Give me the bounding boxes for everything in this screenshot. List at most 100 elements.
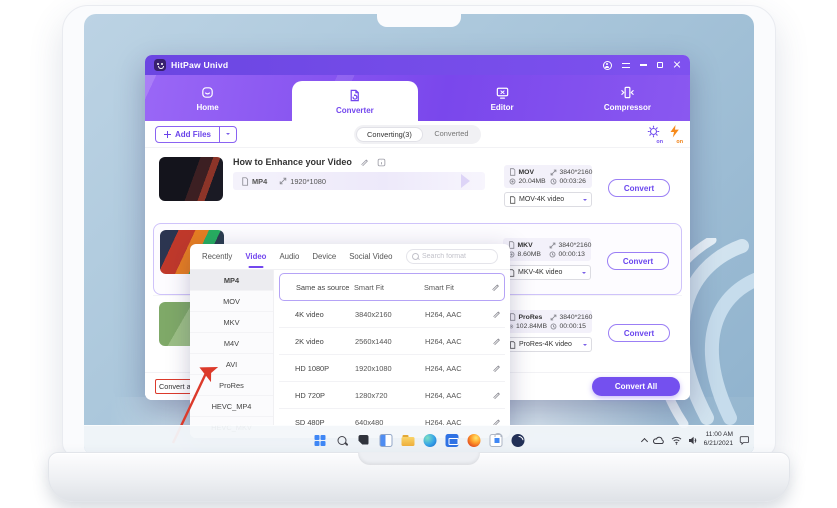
file-explorer-icon[interactable] — [402, 434, 415, 447]
maximize-button[interactable] — [657, 62, 664, 69]
tab-converter[interactable]: Converter — [292, 81, 417, 121]
file-icon — [509, 168, 516, 176]
volume-icon[interactable] — [688, 436, 698, 445]
format-panel-tabs: Recently Video Audio Device Social Video — [190, 244, 510, 270]
widgets-icon[interactable] — [380, 434, 393, 447]
tab-social-video[interactable]: Social Video — [349, 252, 392, 261]
add-files-button[interactable]: Add Files — [155, 126, 237, 143]
format-option-same-as-source[interactable]: Same as source Smart Fit Smart Fit — [279, 273, 505, 301]
windows-taskbar: 11:00 AM 6/21/2021 — [84, 425, 754, 454]
category-prores[interactable]: ProRes — [190, 375, 273, 396]
size-icon — [509, 178, 516, 185]
start-icon[interactable] — [314, 434, 327, 447]
queue-tabs: Converting(3) Converted — [354, 125, 482, 144]
notification-icon[interactable] — [739, 435, 749, 445]
file-icon — [509, 196, 516, 204]
search-icon[interactable] — [336, 434, 349, 447]
laptop-base — [48, 452, 790, 502]
app-title: HitPaw Univd — [171, 60, 228, 70]
convert-button[interactable]: Convert — [608, 324, 670, 342]
search-icon — [412, 253, 419, 260]
format-option-1080p[interactable]: HD 1080P 1920x1080 H264, AAC — [279, 355, 505, 382]
microsoft-store-icon[interactable] — [490, 434, 503, 447]
output-info: ProRes 3840*2160 102.84MB 00:00:15 — [504, 310, 592, 333]
firefox-icon[interactable] — [468, 434, 481, 447]
resolution-icon — [279, 177, 287, 185]
source-info: MP4 1920*1080 — [233, 172, 485, 190]
wifi-icon[interactable] — [671, 436, 682, 445]
chevron-down-icon — [226, 133, 230, 137]
convert-button[interactable]: Convert — [608, 179, 670, 197]
main-nav: Home Converter Edito — [145, 75, 690, 121]
tab-audio[interactable]: Audio — [279, 252, 299, 261]
chevron-down-icon — [583, 199, 587, 203]
edge-browser-icon[interactable] — [424, 434, 437, 447]
convert-all-button[interactable]: Convert All — [592, 377, 680, 396]
hardware-acceleration-toggle[interactable]: on — [647, 125, 660, 143]
format-panel: Recently Video Audio Device Social Video — [190, 244, 510, 438]
close-button[interactable] — [673, 61, 681, 69]
info-icon[interactable] — [377, 158, 386, 167]
edit-preset-icon[interactable] — [487, 310, 501, 319]
category-mp4[interactable]: MP4 — [190, 270, 273, 291]
account-icon[interactable] — [603, 61, 612, 70]
resolution-icon — [550, 169, 557, 176]
video-row-1[interactable]: How to Enhance your Video — [153, 151, 682, 223]
tab-converted[interactable]: Converted — [423, 127, 479, 142]
tab-editor[interactable]: Editor — [440, 75, 565, 121]
laptop-screen: HitPaw Univd Home — [84, 14, 754, 454]
chevron-down-icon — [582, 272, 586, 276]
edit-preset-icon[interactable] — [487, 364, 501, 373]
category-mov[interactable]: MOV — [190, 291, 273, 312]
tab-home[interactable]: Home — [145, 75, 270, 121]
format-search[interactable] — [406, 249, 498, 264]
menu-icon[interactable] — [622, 63, 630, 68]
duration-icon — [550, 323, 557, 330]
chevron-down-icon — [583, 344, 587, 348]
tab-compressor[interactable]: Compressor — [565, 75, 690, 121]
onedrive-cloud-icon[interactable] — [653, 436, 665, 445]
tray-date: 6/21/2021 — [704, 440, 733, 449]
add-files-dropdown[interactable] — [219, 127, 236, 142]
duration-icon — [549, 251, 556, 258]
clock[interactable]: 11:00 AM 6/21/2021 — [704, 431, 733, 448]
convert-button[interactable]: Convert — [607, 252, 669, 270]
category-m4v[interactable]: M4V — [190, 333, 273, 354]
format-option-4k[interactable]: 4K video 3840x2160 H264, AAC — [279, 301, 505, 328]
task-view-icon[interactable] — [358, 434, 371, 447]
browser-icon[interactable] — [512, 434, 525, 447]
format-category-list: MP4 MOV MKV M4V AVI ProRes HEVC_MP4 HEVC… — [190, 270, 274, 438]
tab-device[interactable]: Device — [312, 252, 336, 261]
output-format-select[interactable]: MKV-4K video — [503, 265, 591, 280]
tab-recently[interactable]: Recently — [202, 252, 232, 261]
editor-icon — [495, 85, 510, 100]
output-info: MKV 3840*2160 8.60MB 00:00:13 — [503, 238, 591, 261]
output-format-select[interactable]: ProRes-4K video — [504, 337, 592, 352]
lightning-icon — [669, 125, 680, 138]
tab-converting[interactable]: Converting(3) — [356, 127, 424, 142]
category-mkv[interactable]: MKV — [190, 312, 273, 333]
home-icon — [200, 85, 215, 100]
converter-icon — [347, 88, 362, 103]
search-input[interactable] — [422, 253, 492, 260]
tab-video[interactable]: Video — [245, 252, 266, 261]
edit-preset-icon[interactable] — [487, 391, 501, 400]
gpu-boost-toggle[interactable]: on — [669, 125, 680, 143]
edit-preset-icon[interactable] — [487, 337, 501, 346]
category-avi[interactable]: AVI — [190, 354, 273, 375]
format-option-2k[interactable]: 2K video 2560x1440 H264, AAC — [279, 328, 505, 355]
page: HitPaw Univd Home — [0, 0, 837, 508]
mail-icon[interactable] — [446, 434, 459, 447]
resolution-icon — [549, 242, 556, 249]
tray-expand-icon[interactable] — [641, 437, 647, 443]
output-format-select[interactable]: MOV-4K video — [504, 192, 592, 207]
video-title: How to Enhance your Video — [233, 157, 352, 167]
rename-icon[interactable] — [360, 158, 369, 167]
minimize-button[interactable] — [640, 64, 647, 65]
category-hevc-mp4[interactable]: HEVC_MP4 — [190, 396, 273, 417]
video-thumbnail[interactable] — [159, 157, 223, 201]
format-option-720p[interactable]: HD 720P 1280x720 H264, AAC — [279, 382, 505, 409]
progress-arrow-icon — [461, 174, 477, 188]
edit-preset-icon[interactable] — [486, 283, 500, 292]
file-icon — [509, 313, 516, 321]
